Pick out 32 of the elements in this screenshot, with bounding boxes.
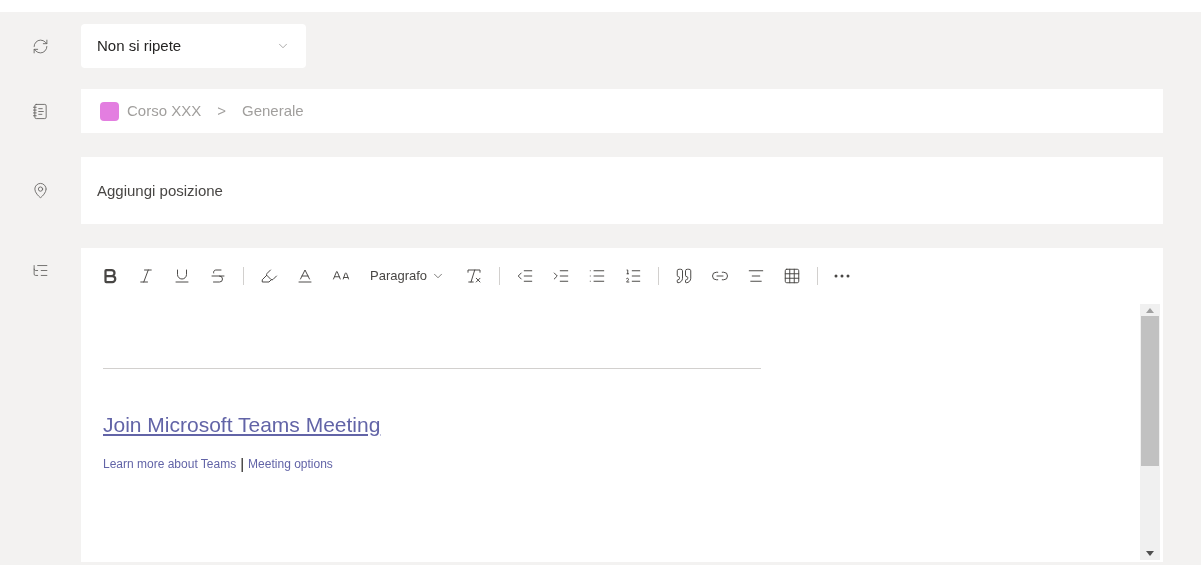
underline-icon [173,267,191,285]
location-field[interactable]: Aggiungi posizione [81,157,1163,224]
italic-icon [137,267,155,285]
link-separator: | [240,453,245,474]
scrollbar[interactable] [1140,304,1160,560]
channel-icon [32,102,49,120]
meeting-options-link[interactable]: Meeting options [248,454,333,473]
learn-more-link[interactable]: Learn more about Teams [103,454,237,473]
bold-icon [101,267,119,285]
scroll-down-icon[interactable] [1146,551,1154,556]
recurrence-dropdown[interactable]: Non si ripete [81,24,306,68]
paragraph-style-dropdown[interactable]: Paragrafo [366,266,450,286]
channel-name: Generale [241,100,304,121]
font-color-icon [296,267,314,285]
location-pin-icon [32,182,49,199]
outdent-icon [516,267,535,285]
team-name: Corso XXX [127,100,202,121]
bulleted-list-icon [588,267,607,285]
table-icon [783,267,802,285]
scroll-up-icon[interactable] [1146,308,1154,313]
numbered-list-icon [624,267,643,285]
join-meeting-link[interactable]: Join Microsoft Teams Meeting [103,409,381,441]
more-icon [834,274,851,278]
indent-icon [552,267,571,285]
strikethrough-icon [209,267,227,285]
highlighter-icon [260,267,278,285]
repeat-icon [32,37,49,55]
scrollbar-thumb[interactable] [1141,316,1159,466]
clear-formatting-icon [465,267,484,285]
quote-icon [675,267,694,285]
breadcrumb-separator: > [217,100,226,121]
details-icon [32,262,49,279]
